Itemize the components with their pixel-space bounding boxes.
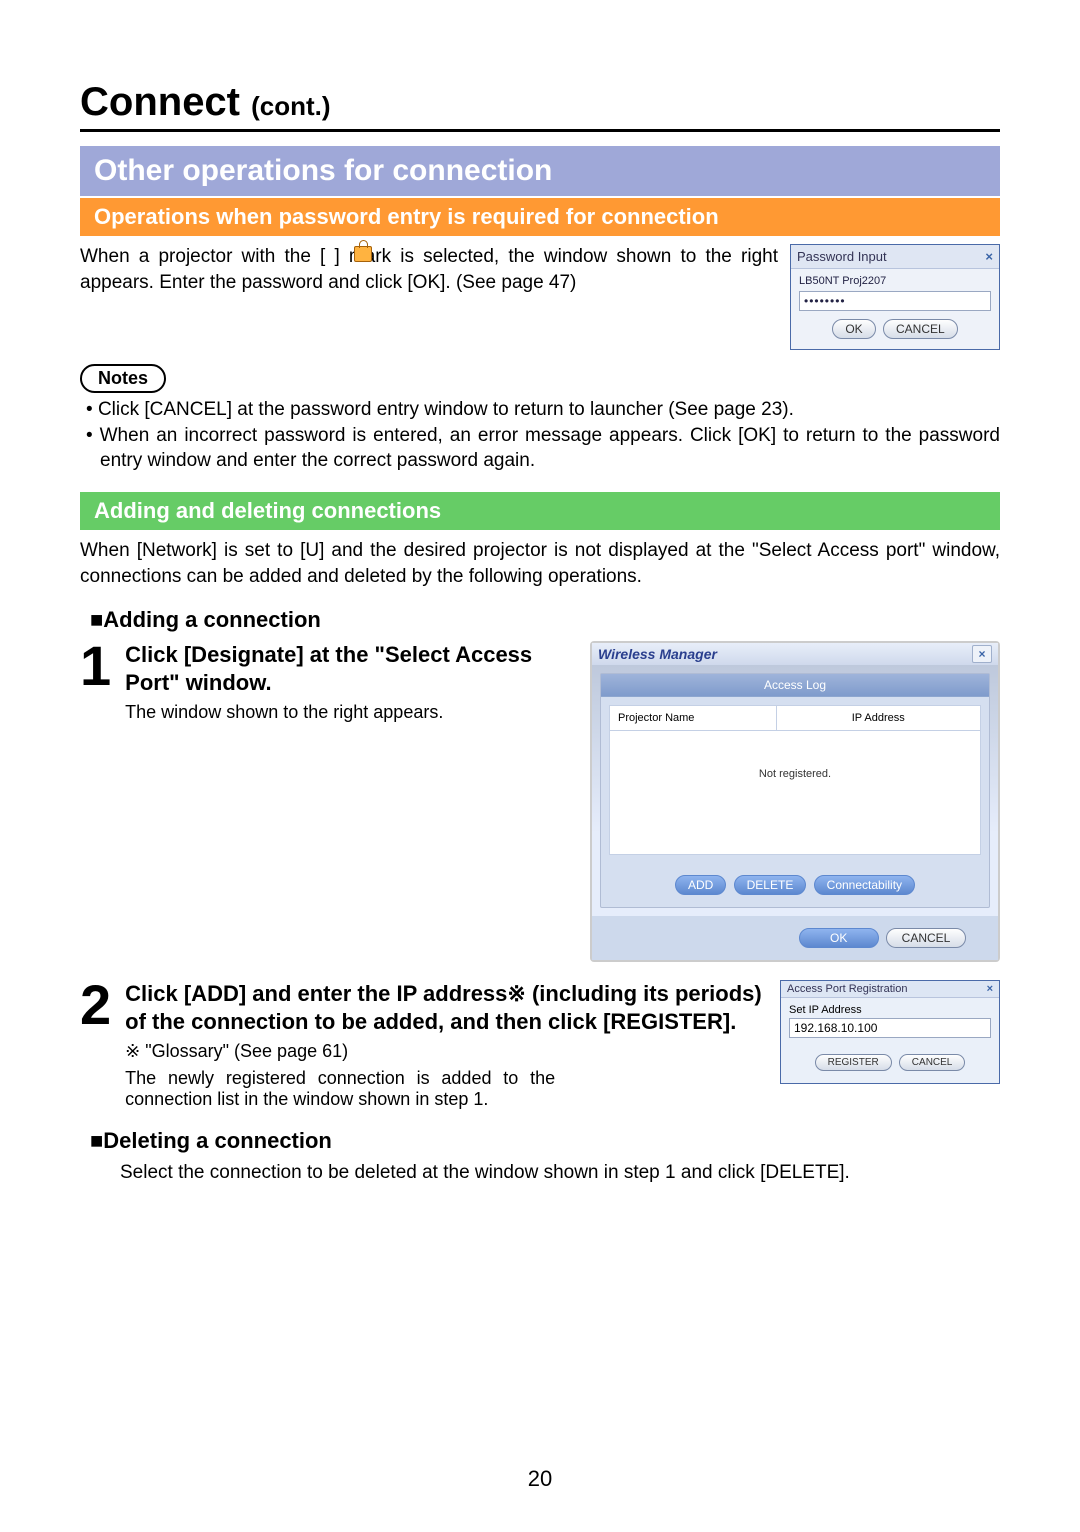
adddel-intro: When [Network] is set to [U] and the des… <box>80 538 1000 589</box>
deleting-heading: ■Deleting a connection <box>80 1128 1000 1154</box>
delete-button[interactable]: DELETE <box>734 875 807 895</box>
register-button[interactable]: REGISTER <box>815 1054 892 1071</box>
cancel-button[interactable]: CANCEL <box>886 928 966 948</box>
step1-title: Click [Designate] at the "Select Access … <box>125 641 578 696</box>
section-banner-other-ops: Other operations for connection <box>80 146 1000 196</box>
password-row: When a projector with the [ ] mark is se… <box>80 244 1000 350</box>
ok-button[interactable]: OK <box>799 928 879 948</box>
wm-access-log-tab[interactable]: Access Log <box>601 674 989 697</box>
close-icon[interactable]: × <box>987 983 993 995</box>
password-para-text: When a projector with the [ ] mark is se… <box>80 246 778 293</box>
cancel-button[interactable]: CANCEL <box>883 319 958 339</box>
lock-icon <box>354 246 372 262</box>
page-number: 20 <box>0 1466 1080 1492</box>
title-main: Connect <box>80 80 240 124</box>
wm-title: Wireless Manager <box>598 646 717 662</box>
step2-title: Click [ADD] and enter the IP address※ (i… <box>125 980 768 1035</box>
close-icon[interactable]: × <box>985 249 993 264</box>
step2-sub2: The newly registered connection is added… <box>125 1068 555 1110</box>
adding-heading: ■Adding a connection <box>80 607 1000 633</box>
step2-sub1: ※ "Glossary" (See page 61) <box>125 1041 768 1062</box>
wm-titlebar: Wireless Manager × <box>592 643 998 665</box>
cancel-button[interactable]: CANCEL <box>899 1054 966 1071</box>
wireless-manager-dialog: Wireless Manager × Access Log Projector … <box>590 641 1000 962</box>
page-title: Connect (cont.) <box>80 80 1000 125</box>
connectability-button[interactable]: Connectability <box>814 875 915 895</box>
notes-label: Notes <box>80 364 166 393</box>
password-paragraph: When a projector with the [ ] mark is se… <box>80 244 778 295</box>
notes-list: Click [CANCEL] at the password entry win… <box>80 397 1000 474</box>
password-dialog-device: LB50NT Proj2207 <box>799 275 991 287</box>
deleting-body: Select the connection to be deleted at t… <box>80 1160 1000 1186</box>
title-rule <box>80 129 1000 132</box>
ok-button[interactable]: OK <box>832 319 875 339</box>
apr-title: Access Port Registration <box>787 983 907 995</box>
wm-empty-text: Not registered. <box>610 768 980 780</box>
subheading-adddel: Adding and deleting connections <box>80 492 1000 530</box>
ip-address-input[interactable]: 192.168.10.100 <box>789 1018 991 1038</box>
wm-col-ip-address: IP Address <box>777 706 981 730</box>
add-button[interactable]: ADD <box>675 875 726 895</box>
password-dialog-title: Password Input <box>797 249 887 264</box>
note-item: When an incorrect password is entered, a… <box>86 423 1000 474</box>
close-icon[interactable]: × <box>972 645 992 663</box>
password-dialog-titlebar: Password Input × <box>791 245 999 269</box>
subheading-password: Operations when password entry is requir… <box>80 198 1000 236</box>
wm-table: Projector Name IP Address Not registered… <box>609 705 981 855</box>
note-item: Click [CANCEL] at the password entry win… <box>86 397 1000 423</box>
step-number-1: 1 <box>80 641 111 723</box>
step-number-2: 2 <box>80 980 111 1110</box>
apr-label: Set IP Address <box>789 1004 991 1016</box>
wm-col-projector-name: Projector Name <box>610 706 777 730</box>
access-port-registration-dialog: Access Port Registration × Set IP Addres… <box>780 980 1000 1084</box>
step1-sub: The window shown to the right appears. <box>125 702 578 723</box>
password-input-dialog: Password Input × LB50NT Proj2207 •••••••… <box>790 244 1000 350</box>
password-field[interactable]: •••••••• <box>799 291 991 311</box>
title-cont: (cont.) <box>251 91 330 121</box>
